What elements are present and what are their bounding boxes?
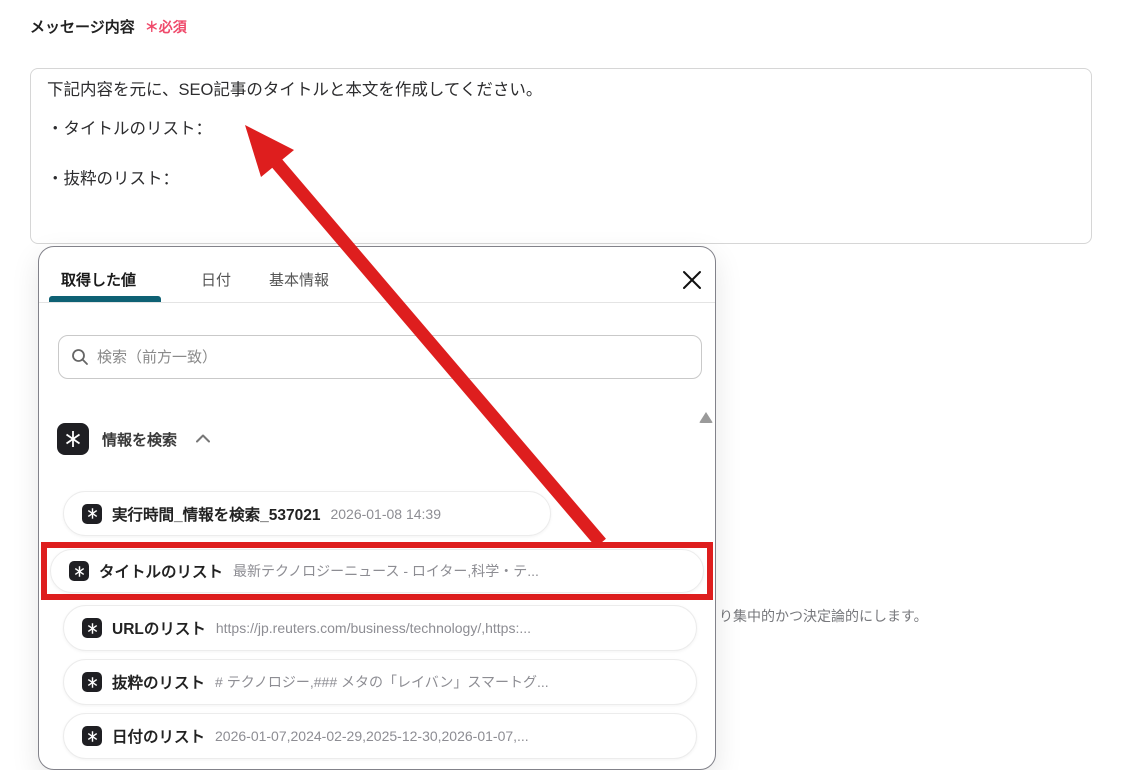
operation-sparkle-icon xyxy=(82,726,102,746)
search-icon xyxy=(71,348,89,366)
search-input[interactable] xyxy=(97,348,689,366)
value-item-preview: 最新テクノロジーニュース - ロイター,科学・テ... xyxy=(233,563,539,579)
value-item-exec-time[interactable]: 実行時間_情報を検索_537021 2026-01-08 14:39 xyxy=(63,491,551,536)
operation-sparkle-icon xyxy=(82,672,102,692)
operation-sparkle-icon xyxy=(69,561,89,581)
section-header-search-info[interactable]: 情報を検索 xyxy=(57,423,211,455)
value-item-preview: # テクノロジー,### メタの「レイバン」スマートグ... xyxy=(215,674,549,690)
chevron-up-icon[interactable] xyxy=(196,430,211,448)
variable-picker-modal: 取得した値 日付 基本情報 情報を検索 xyxy=(38,246,716,770)
section-label: 情報を検索 xyxy=(102,431,178,449)
textarea-line: ・タイトルのリスト： xyxy=(47,120,212,138)
annotation-highlight-box: タイトルのリスト 最新テクノロジーニュース - ロイター,科学・テ... xyxy=(41,542,713,600)
field-label-row: メッセージ内容 ＊必須 xyxy=(30,16,187,37)
tab-retrieved-values[interactable]: 取得した値 xyxy=(61,269,136,290)
operation-sparkle-icon xyxy=(57,423,89,455)
tab-basic-info[interactable]: 基本情報 xyxy=(269,269,329,290)
field-label: メッセージ内容 xyxy=(30,19,135,36)
tab-divider xyxy=(39,302,715,303)
value-item-title-list[interactable]: タイトルのリスト 最新テクノロジーニュース - ロイター,科学・テ... xyxy=(50,549,704,593)
value-item-label: 抜粋のリスト xyxy=(112,675,206,692)
value-item-excerpt-list[interactable]: 抜粋のリスト # テクノロジー,### メタの「レイバン」スマートグ... xyxy=(63,659,697,705)
value-item-label: URLのリスト xyxy=(112,621,206,638)
message-textarea[interactable]: 下記内容を元に、SEO記事のタイトルと本文を作成してください。 ・タイトルのリス… xyxy=(30,68,1092,244)
value-item-preview: 2026-01-08 14:39 xyxy=(330,505,442,522)
background-help-text: り集中的かつ決定論的にします。 xyxy=(719,608,928,624)
operation-sparkle-icon xyxy=(82,503,102,524)
value-item-date-list[interactable]: 日付のリスト 2026-01-07,2024-02-29,2025-12-30,… xyxy=(63,713,697,759)
value-item-preview: https://jp.reuters.com/business/technolo… xyxy=(215,620,532,636)
textarea-line: 下記内容を元に、SEO記事のタイトルと本文を作成してください。 xyxy=(47,81,543,99)
value-item-preview: 2026-01-07,2024-02-29,2025-12-30,2026-01… xyxy=(215,728,529,744)
required-badge: ＊必須 xyxy=(144,18,187,35)
close-icon[interactable] xyxy=(681,269,703,291)
search-box[interactable] xyxy=(58,335,702,379)
value-item-label: 実行時間_情報を検索_537021 xyxy=(112,506,321,524)
tab-date[interactable]: 日付 xyxy=(201,269,231,290)
operation-sparkle-icon xyxy=(82,618,102,638)
textarea-line: ・抜粋のリスト： xyxy=(47,170,179,188)
value-item-label: タイトルのリスト xyxy=(99,564,224,581)
value-item-url-list[interactable]: URLのリスト https://jp.reuters.com/business/… xyxy=(63,605,697,651)
value-item-label: 日付のリスト xyxy=(112,729,206,746)
scrollbar-up-icon[interactable] xyxy=(699,412,713,423)
